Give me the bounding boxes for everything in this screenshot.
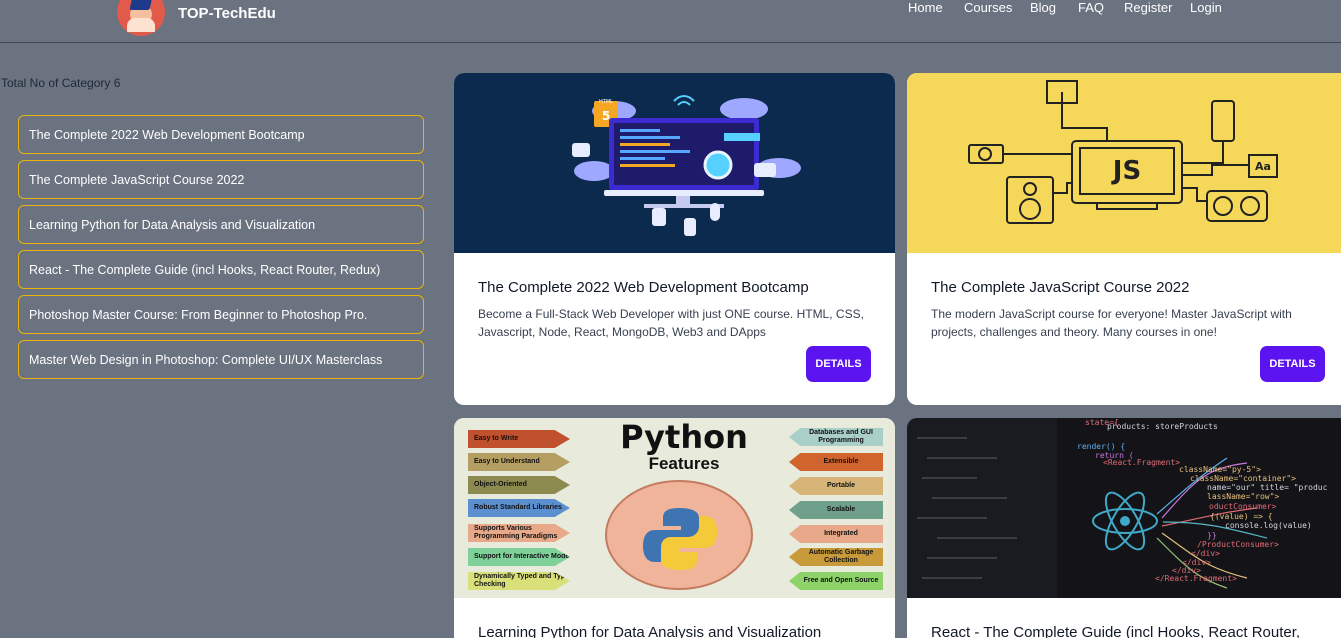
card-title[interactable]: React - The Complete Guide (incl Hooks, … xyxy=(931,624,1300,638)
nav-home[interactable]: Home xyxy=(908,0,943,15)
code-line: console.log(value) xyxy=(1225,521,1312,530)
code-line: {(value) => { xyxy=(1210,512,1273,521)
category-item[interactable]: Photoshop Master Course: From Beginner t… xyxy=(18,295,424,334)
nav-login[interactable]: Login xyxy=(1190,0,1222,15)
nav-register[interactable]: Register xyxy=(1124,0,1172,15)
code-line: render() { xyxy=(1077,442,1126,451)
card-description: The modern JavaScript course for everyon… xyxy=(931,307,1292,339)
code-line: </div> xyxy=(1191,549,1220,558)
webdev-illustration-svg: 5 HTML xyxy=(572,95,801,236)
navbar: TOP-TechEdu Home Courses Blog FAQ Regist… xyxy=(0,0,1341,43)
python-subheading: Features xyxy=(648,454,720,473)
html-badge-number: 5 xyxy=(602,109,610,123)
feature-label: Supports Various Programming Paradigms xyxy=(468,524,570,542)
nav-faq[interactable]: FAQ xyxy=(1078,0,1104,15)
feature-label: Support for Interactive Mode xyxy=(468,548,570,566)
feature-label: Easy to Understand xyxy=(468,453,570,471)
category-item[interactable]: Learning Python for Data Analysis and Vi… xyxy=(18,205,424,244)
feature-label: Scalable xyxy=(789,501,883,519)
nav-courses[interactable]: Courses xyxy=(964,0,1012,15)
js-label: JS xyxy=(1111,156,1141,186)
card-title[interactable]: Learning Python for Data Analysis and Vi… xyxy=(478,624,821,638)
course-card-python: Easy to Write Easy to Understand Object-… xyxy=(454,418,895,638)
python-circle xyxy=(605,480,753,590)
code-line: lassName="row"> xyxy=(1207,492,1280,501)
feature-label: Free and Open Source xyxy=(789,572,883,590)
code-line: className="container"> xyxy=(1190,474,1296,483)
webdev-illustration: 5 HTML xyxy=(454,73,895,253)
code-line: </React.Fragment> xyxy=(1155,574,1237,583)
feature-label: Portable xyxy=(789,477,883,495)
code-line: products: storeProducts xyxy=(1107,422,1218,431)
category-count: Total No of Category 6 xyxy=(1,76,121,90)
code-line: }} xyxy=(1207,531,1217,540)
nav-blog[interactable]: Blog xyxy=(1030,0,1056,15)
html-label: HTML xyxy=(599,99,613,105)
feature-label: Databases and GUI Programming xyxy=(789,428,883,446)
card-description: Become a Full-Stack Web Developer with j… xyxy=(478,307,864,339)
logo-icon[interactable] xyxy=(117,0,165,36)
javascript-illustration-svg: JS Aa xyxy=(968,80,1278,224)
code-line: <React.Fragment> xyxy=(1103,458,1181,467)
category-item[interactable]: The Complete JavaScript Course 2022 xyxy=(18,160,424,199)
feature-label: Object-Oriented xyxy=(468,476,570,494)
details-button[interactable]: DETAILS xyxy=(806,346,871,382)
category-item[interactable]: The Complete 2022 Web Development Bootca… xyxy=(18,115,424,154)
card-title[interactable]: The Complete JavaScript Course 2022 xyxy=(931,279,1189,296)
feature-label: Integrated xyxy=(789,525,883,543)
feature-label: Robust Standard Libraries xyxy=(468,499,570,517)
react-code-illustration: state={ products: storeProducts render()… xyxy=(907,418,1341,598)
code-line: /ProductConsumer> xyxy=(1197,540,1279,549)
course-card-webdev: 5 HTML The Complete 2022 Web Development… xyxy=(454,73,895,405)
course-card-javascript: JS Aa The Complete JavaScript Course 202… xyxy=(907,73,1341,405)
category-item[interactable]: React - The Complete Guide (incl Hooks, … xyxy=(18,250,424,289)
course-card-react: state={ products: storeProducts render()… xyxy=(907,418,1341,638)
code-line: className="py-5"> xyxy=(1179,465,1261,474)
feature-label: Easy to Write xyxy=(468,430,570,448)
category-list: The Complete 2022 Web Development Bootca… xyxy=(18,115,424,385)
python-logo-icon xyxy=(643,508,717,570)
code-line: name="our" title= "produc xyxy=(1207,483,1328,492)
aa-label: Aa xyxy=(1255,160,1271,173)
feature-label: Dynamically Typed and Type Checking xyxy=(468,572,570,590)
python-heading: Python xyxy=(620,418,748,456)
code-line: oductConsumer> xyxy=(1209,502,1277,511)
feature-label: Automatic Garbage Collection xyxy=(789,548,883,566)
feature-label: Extensible xyxy=(789,453,883,471)
python-features-illustration: Easy to Write Easy to Understand Object-… xyxy=(454,418,895,598)
javascript-illustration: JS Aa xyxy=(907,73,1341,253)
brand-name[interactable]: TOP-TechEdu xyxy=(178,5,276,22)
details-button[interactable]: DETAILS xyxy=(1260,346,1325,382)
card-title[interactable]: The Complete 2022 Web Development Bootca… xyxy=(478,279,809,296)
category-item[interactable]: Master Web Design in Photoshop: Complete… xyxy=(18,340,424,379)
